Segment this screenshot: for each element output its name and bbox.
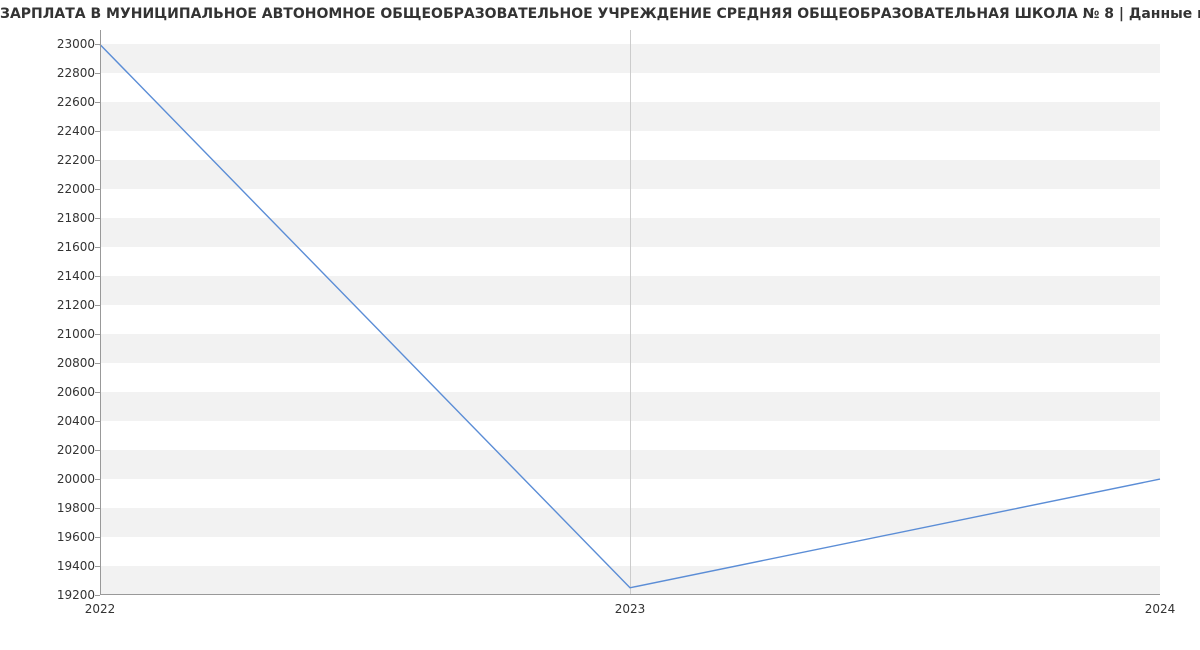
y-tick-mark [95,421,100,422]
y-tick-label: 20600 [5,385,95,399]
y-tick-label: 21000 [5,327,95,341]
y-tick-mark [95,479,100,480]
y-tick-label: 23000 [5,37,95,51]
y-tick-label: 22000 [5,182,95,196]
y-tick-mark [95,247,100,248]
y-tick-label: 22800 [5,66,95,80]
y-tick-label: 19600 [5,530,95,544]
y-tick-label: 19400 [5,559,95,573]
y-tick-label: 19200 [5,588,95,602]
series-line [100,44,1160,587]
line-layer [100,30,1160,595]
y-tick-mark [95,305,100,306]
y-tick-mark [95,102,100,103]
y-tick-label: 21400 [5,269,95,283]
y-tick-mark [95,334,100,335]
x-tick-label: 2022 [85,602,116,616]
y-tick-label: 22600 [5,95,95,109]
chart-container: ЗАРПЛАТА В МУНИЦИПАЛЬНОЕ АВТОНОМНОЕ ОБЩЕ… [0,0,1200,650]
y-tick-mark [95,450,100,451]
y-tick-mark [95,508,100,509]
y-tick-mark [95,566,100,567]
y-tick-mark [95,276,100,277]
y-tick-mark [95,363,100,364]
y-tick-label: 20800 [5,356,95,370]
y-tick-label: 20400 [5,414,95,428]
y-tick-mark [95,73,100,74]
y-tick-mark [95,537,100,538]
y-tick-mark [95,44,100,45]
y-tick-label: 21600 [5,240,95,254]
y-tick-mark [95,131,100,132]
y-tick-label: 19800 [5,501,95,515]
y-tick-mark [95,218,100,219]
y-tick-mark [95,392,100,393]
x-axis [100,594,1160,595]
y-tick-label: 22400 [5,124,95,138]
y-tick-mark [95,160,100,161]
y-tick-label: 22200 [5,153,95,167]
y-tick-mark [95,189,100,190]
y-tick-label: 21200 [5,298,95,312]
y-tick-label: 20200 [5,443,95,457]
chart-title: ЗАРПЛАТА В МУНИЦИПАЛЬНОЕ АВТОНОМНОЕ ОБЩЕ… [0,6,1200,22]
x-tick-label: 2024 [1145,602,1176,616]
y-axis [100,30,101,595]
y-tick-label: 20000 [5,472,95,486]
plot-area [100,30,1160,595]
y-tick-label: 21800 [5,211,95,225]
y-tick-mark [95,595,100,596]
x-tick-label: 2023 [615,602,646,616]
